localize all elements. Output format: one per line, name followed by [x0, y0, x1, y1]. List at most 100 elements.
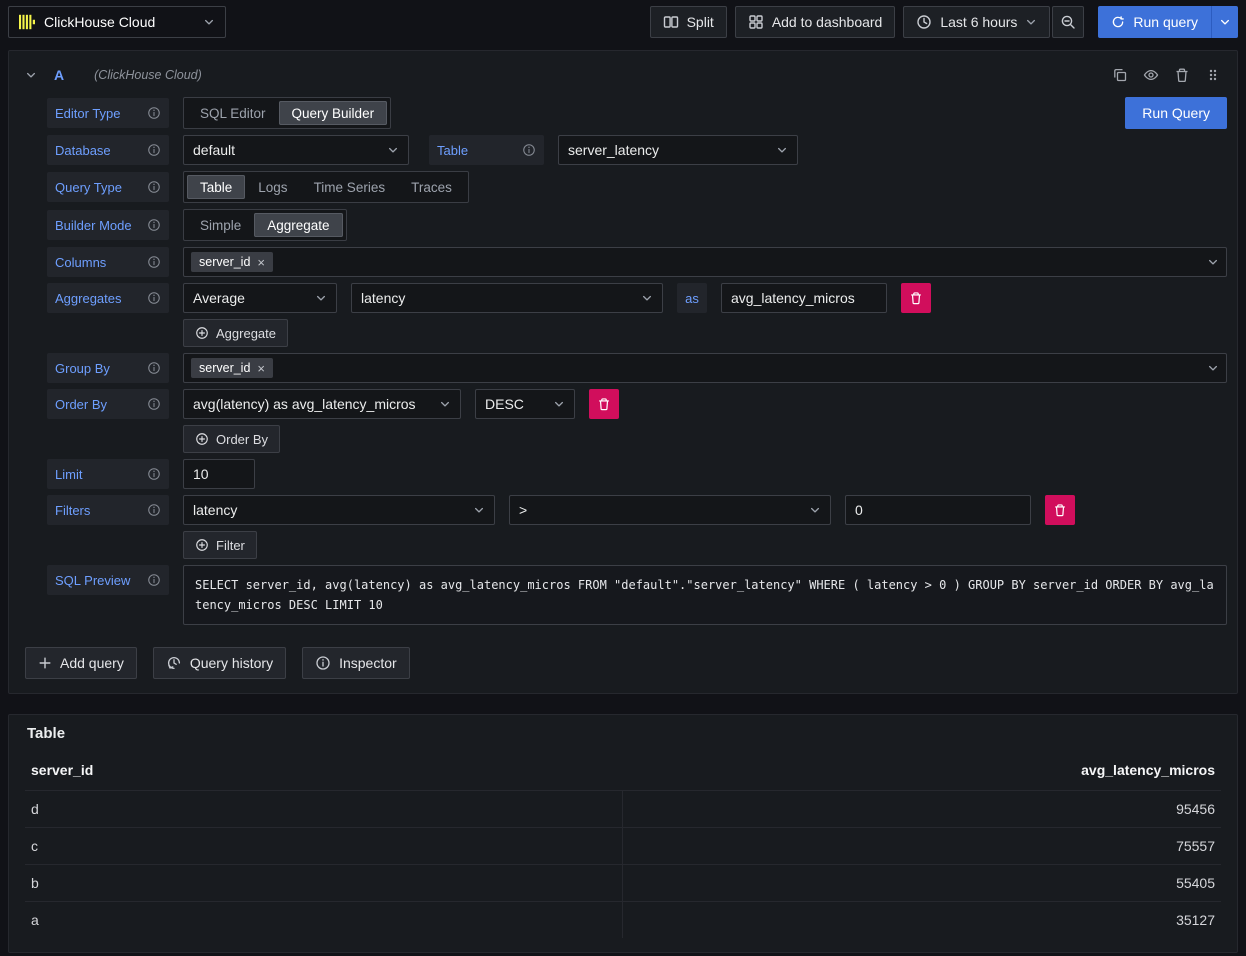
chevron-down-icon: [809, 504, 821, 516]
inspector-button[interactable]: Inspector: [302, 647, 410, 679]
remove-tag-icon[interactable]: ×: [257, 256, 265, 269]
aggregate-alias-input[interactable]: [721, 283, 887, 313]
info-icon[interactable]: [147, 143, 161, 157]
columns-label: Columns: [47, 247, 169, 277]
chevron-down-icon: [1207, 362, 1219, 374]
query-type-option-traces[interactable]: Traces: [398, 175, 465, 199]
filter-column-select[interactable]: latency: [183, 495, 495, 525]
chevron-down-icon: [553, 398, 565, 410]
chevron-down-icon: [1025, 16, 1037, 28]
eye-icon[interactable]: [1143, 67, 1159, 83]
top-toolbar: ClickHouse Cloud Split Add to dashboard …: [8, 6, 1238, 38]
group-by-multiselect[interactable]: server_id ×: [183, 353, 1227, 383]
filter-value-input[interactable]: [845, 495, 1031, 525]
add-aggregate-button[interactable]: Aggregate: [183, 319, 288, 347]
field-label-text: Table: [437, 143, 468, 158]
filter-operator-select[interactable]: >: [509, 495, 831, 525]
query-type-option-logs[interactable]: Logs: [245, 175, 300, 199]
aggregate-column-select[interactable]: latency: [351, 283, 663, 313]
field-label-text: SQL Preview: [55, 573, 130, 588]
table-cell-avg-latency: 35127: [623, 901, 1221, 938]
query-refid[interactable]: A: [54, 67, 64, 83]
columns-tag[interactable]: server_id ×: [191, 252, 273, 272]
split-button[interactable]: Split: [650, 6, 727, 38]
add-aggregate-row: Aggregate: [183, 319, 1227, 347]
remove-tag-icon[interactable]: ×: [257, 362, 265, 375]
info-icon[interactable]: [147, 106, 161, 120]
column-header-avg-latency-micros[interactable]: avg_latency_micros: [623, 756, 1221, 790]
trash-icon: [1053, 503, 1067, 517]
info-icon[interactable]: [147, 255, 161, 269]
datasource-name: ClickHouse Cloud: [44, 14, 155, 30]
info-icon[interactable]: [147, 467, 161, 481]
table-cell-server-id: c: [25, 827, 623, 864]
query-editor-header: A (ClickHouse Cloud): [17, 57, 1229, 93]
query-type-option-table[interactable]: Table: [187, 175, 245, 199]
builder-mode-row: Builder Mode Simple Aggregate: [47, 209, 1227, 241]
aggregate-function-select[interactable]: Average: [183, 283, 337, 313]
order-by-expression-select[interactable]: avg(latency) as avg_latency_micros: [183, 389, 461, 419]
database-select-value: default: [193, 142, 235, 158]
run-query-inline-button[interactable]: Run Query: [1125, 97, 1227, 129]
add-filter-row: Filter: [183, 531, 1227, 559]
query-builder-form: Editor Type SQL Editor Query Builder Run…: [47, 97, 1229, 625]
trash-icon: [597, 397, 611, 411]
table-cell-avg-latency: 75557: [623, 827, 1221, 864]
editor-type-option-query-builder[interactable]: Query Builder: [279, 101, 388, 125]
query-history-button[interactable]: Query history: [153, 647, 286, 679]
column-header-server-id[interactable]: server_id: [25, 756, 623, 790]
database-select[interactable]: default: [183, 135, 409, 165]
add-query-button[interactable]: Add query: [25, 647, 137, 679]
aggregate-column-value: latency: [361, 290, 405, 306]
run-query-split-button: Run query: [1098, 6, 1238, 38]
info-icon[interactable]: [147, 503, 161, 517]
collapse-chevron-icon[interactable]: [25, 69, 37, 81]
info-icon[interactable]: [147, 573, 161, 587]
order-by-row: Order By avg(latency) as avg_latency_mic…: [47, 389, 1227, 419]
explore-footer-actions: Add query Query history Inspector: [25, 647, 1229, 679]
split-icon: [663, 14, 679, 30]
builder-mode-option-simple[interactable]: Simple: [187, 213, 254, 237]
datasource-picker[interactable]: ClickHouse Cloud: [8, 6, 226, 38]
table-cell-avg-latency: 55405: [623, 864, 1221, 901]
info-icon[interactable]: [147, 397, 161, 411]
copy-icon[interactable]: [1112, 67, 1128, 83]
order-by-label: Order By: [47, 389, 169, 419]
group-by-tag[interactable]: server_id ×: [191, 358, 273, 378]
zoom-out-icon: [1060, 14, 1076, 30]
add-filter-button[interactable]: Filter: [183, 531, 257, 559]
remove-order-by-button[interactable]: [589, 389, 619, 419]
add-to-dashboard-button[interactable]: Add to dashboard: [735, 6, 896, 38]
table-cell-server-id: d: [25, 790, 623, 827]
info-icon[interactable]: [147, 218, 161, 232]
aggregate-function-value: Average: [193, 290, 245, 306]
zoom-out-button[interactable]: [1052, 6, 1084, 38]
builder-mode-option-aggregate[interactable]: Aggregate: [254, 213, 342, 237]
trash-icon[interactable]: [1174, 67, 1190, 83]
query-type-option-time-series[interactable]: Time Series: [301, 175, 399, 199]
add-to-dashboard-label: Add to dashboard: [772, 14, 883, 30]
info-icon[interactable]: [147, 291, 161, 305]
run-query-options-button[interactable]: [1211, 6, 1238, 38]
info-icon[interactable]: [147, 361, 161, 375]
drag-handle-icon[interactable]: [1205, 67, 1221, 83]
limit-input[interactable]: [183, 459, 255, 489]
chevron-down-icon: [439, 398, 451, 410]
columns-multiselect[interactable]: server_id ×: [183, 247, 1227, 277]
query-history-label: Query history: [190, 655, 273, 671]
info-icon[interactable]: [522, 143, 536, 157]
remove-filter-button[interactable]: [1045, 495, 1075, 525]
time-range-picker[interactable]: Last 6 hours: [903, 6, 1050, 38]
query-actions: [1112, 67, 1221, 83]
order-by-direction-select[interactable]: DESC: [475, 389, 575, 419]
field-label-text: Builder Mode: [55, 218, 132, 233]
field-label-text: Group By: [55, 361, 110, 376]
info-icon[interactable]: [147, 180, 161, 194]
table-select[interactable]: server_latency: [558, 135, 798, 165]
explore-page: ClickHouse Cloud Split Add to dashboard …: [0, 0, 1246, 956]
run-query-button[interactable]: Run query: [1098, 6, 1211, 38]
remove-aggregate-button[interactable]: [901, 283, 931, 313]
add-aggregate-label: Aggregate: [216, 326, 276, 341]
add-order-by-button[interactable]: Order By: [183, 425, 280, 453]
editor-type-option-sql-editor[interactable]: SQL Editor: [187, 101, 279, 125]
